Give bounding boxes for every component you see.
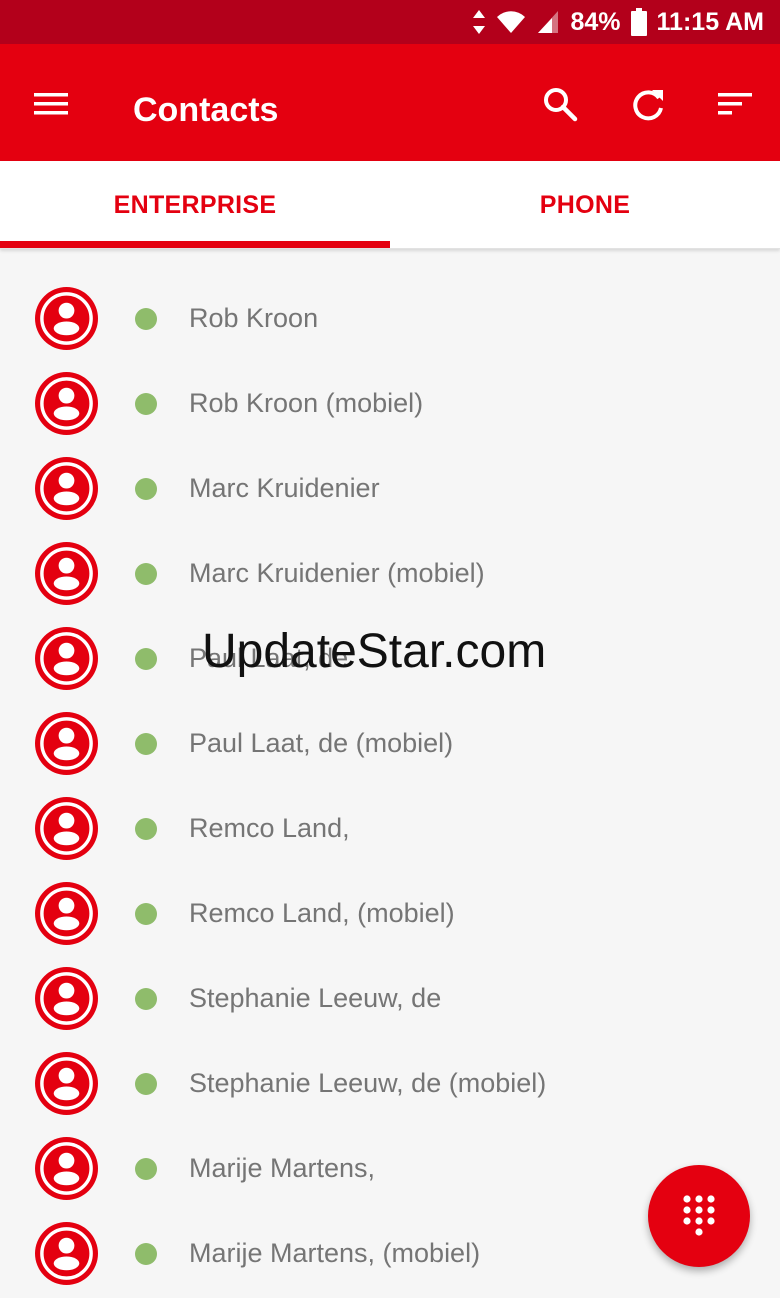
wifi-icon <box>497 11 526 33</box>
contact-row[interactable]: Stephanie Leeuw, de (mobiel) <box>0 1041 780 1126</box>
refresh-icon[interactable] <box>628 84 668 124</box>
contact-row[interactable]: Rob Kroon (mobiel) <box>0 361 780 446</box>
data-arrows-icon <box>473 10 486 34</box>
search-icon[interactable] <box>540 84 580 124</box>
sort-icon[interactable] <box>716 84 756 124</box>
contact-name: Marc Kruidenier <box>189 473 380 503</box>
watermark: UpdateStar.com <box>202 625 547 678</box>
presence-indicator <box>135 988 157 1010</box>
presence-indicator <box>135 563 157 585</box>
contact-row[interactable]: Rob Kroon <box>0 276 780 361</box>
contact-list: Rob Kroon Rob Kroon (mobiel) Marc Kruide… <box>0 276 780 1296</box>
presence-indicator <box>135 393 157 415</box>
contact-avatar-icon <box>35 457 98 520</box>
presence-indicator <box>135 733 157 755</box>
contact-row[interactable]: Marc Kruidenier (mobiel) <box>0 531 780 616</box>
contact-avatar-icon <box>35 1052 98 1115</box>
presence-indicator <box>135 648 157 670</box>
contact-row[interactable]: Remco Land, (mobiel) <box>0 871 780 956</box>
tab-phone[interactable]: PHONE <box>390 161 780 249</box>
menu-icon[interactable] <box>32 84 72 124</box>
tab-enterprise[interactable]: ENTERPRISE <box>0 161 390 249</box>
battery-percent: 84% <box>570 7 621 36</box>
contact-name: Paul Laat, de (mobiel) <box>189 728 454 758</box>
page-title: Contacts <box>133 91 279 129</box>
presence-indicator <box>135 818 157 840</box>
contact-avatar-icon <box>35 882 98 945</box>
presence-indicator <box>135 903 157 925</box>
contact-avatar-icon <box>35 797 98 860</box>
presence-indicator <box>135 478 157 500</box>
contact-row[interactable]: Marc Kruidenier <box>0 446 780 531</box>
signal-icon <box>538 11 559 33</box>
contact-row[interactable]: Paul Laat, de (mobiel) <box>0 701 780 786</box>
clock: 11:15 AM <box>656 7 764 36</box>
contact-row[interactable]: Stephanie Leeuw, de <box>0 956 780 1041</box>
contact-avatar-icon <box>35 372 98 435</box>
presence-indicator <box>135 308 157 330</box>
tab-selected-indicator <box>0 241 390 248</box>
dialpad-icon <box>683 1195 715 1236</box>
contact-name: Rob Kroon <box>189 303 319 333</box>
contact-avatar-icon <box>35 627 98 690</box>
contact-name: Marije Martens, <box>189 1153 376 1183</box>
contact-row[interactable]: Remco Land, <box>0 786 780 871</box>
app-bar: Contacts <box>0 44 780 161</box>
contact-avatar-icon <box>35 1222 98 1285</box>
contact-name: Marije Martens, (mobiel) <box>189 1238 481 1268</box>
battery-icon <box>630 8 647 36</box>
contact-name: Rob Kroon (mobiel) <box>189 388 424 418</box>
tab-bar: ENTERPRISE PHONE <box>0 161 780 249</box>
contact-avatar-icon <box>35 967 98 1030</box>
contact-name: Stephanie Leeuw, de (mobiel) <box>189 1068 547 1098</box>
presence-indicator <box>135 1073 157 1095</box>
contact-name: Stephanie Leeuw, de <box>189 983 442 1013</box>
presence-indicator <box>135 1243 157 1265</box>
presence-indicator <box>135 1158 157 1180</box>
status-icons: 84% 11:15 AM <box>472 0 764 44</box>
contact-name: Remco Land, (mobiel) <box>189 898 455 928</box>
dialpad-button[interactable] <box>648 1165 750 1267</box>
contact-avatar-icon <box>35 712 98 775</box>
contact-avatar-icon <box>35 287 98 350</box>
contact-name: Remco Land, <box>189 813 350 843</box>
contact-avatar-icon <box>35 1137 98 1200</box>
contact-avatar-icon <box>35 542 98 605</box>
status-bar: 84% 11:15 AM <box>0 0 780 44</box>
contact-name: Marc Kruidenier (mobiel) <box>189 558 485 588</box>
